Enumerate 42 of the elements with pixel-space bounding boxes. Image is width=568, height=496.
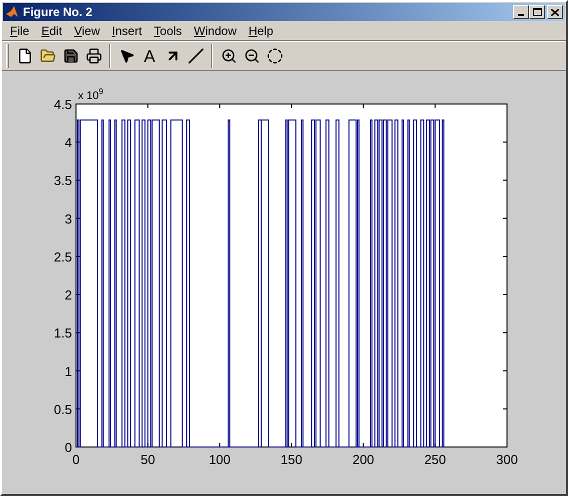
y-tick-label: 2 [64,288,72,303]
y-tick-label: 3 [64,211,72,226]
zoom-in-icon [220,48,236,64]
x-tick-label: 0 [72,452,80,467]
printer-icon [86,48,102,64]
app-logo-icon [5,5,19,19]
y-tick-label: 3.5 [54,173,72,188]
maximize-icon [532,8,542,16]
y-tick-label: 4 [64,135,72,150]
x-tick-label: 100 [208,452,231,467]
zoom-out-icon [244,48,260,64]
folder-icon [40,48,56,64]
close-icon [551,8,559,16]
menu-item[interactable]: Edit [35,22,68,40]
x-tick-label: 300 [496,452,518,467]
x-tick-label: 200 [352,452,374,467]
x-tick-label: 250 [424,452,446,467]
minimize-icon [518,14,524,16]
y-tick-label: 0 [64,440,72,455]
maximize-button[interactable] [529,5,545,19]
blank-page-icon [16,48,32,64]
close-button[interactable] [547,5,563,19]
axis-exponent-label: x 10$^{9}$ [78,87,104,102]
menu-item[interactable]: Window [188,22,243,40]
pointer-icon [118,48,134,64]
menu-item[interactable]: File [4,22,36,40]
x-tick-label: 50 [140,452,156,467]
y-tick-label: 1.5 [54,326,72,341]
line-icon [188,48,204,64]
y-tick-label: 0.5 [54,402,72,417]
x-tick-label: 150 [280,452,302,467]
dashed-circle-icon [266,48,282,64]
y-tick-label: 4.5 [54,97,72,112]
y-tick-label: 2.5 [54,249,72,264]
minimize-button[interactable] [513,5,529,19]
menu-item[interactable]: Insert [106,22,148,40]
window-title: Figure No. 2 [23,4,94,21]
menu-item[interactable]: Help [242,22,280,40]
menu-item[interactable]: View [68,22,106,40]
y-tick-label: 1 [64,364,72,379]
insert-text-button[interactable]: A [138,44,161,68]
menu-item[interactable]: Tools [148,22,188,40]
